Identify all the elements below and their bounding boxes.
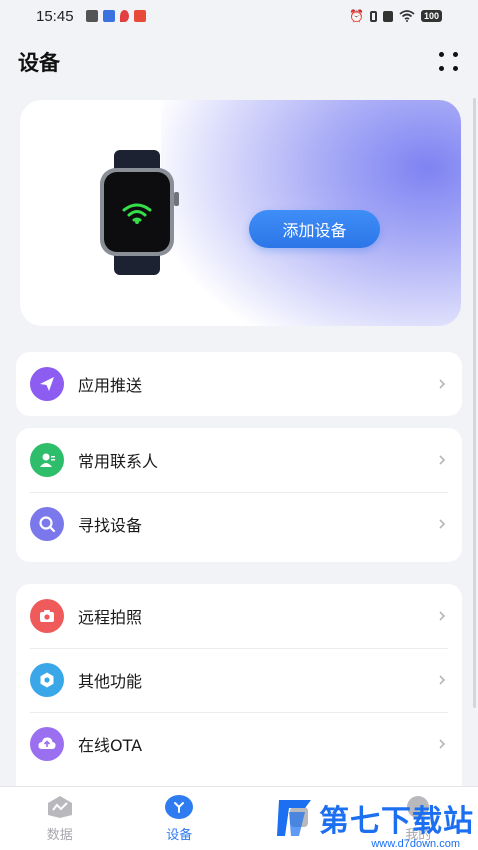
chevron-right-icon [439, 611, 446, 621]
no-sim-icon [382, 10, 393, 22]
menu-item-remote-photo[interactable]: 远程拍照 [16, 584, 462, 648]
menu-item-label: 寻找设备 [78, 516, 143, 535]
menu-item-label: 应用推送 [78, 376, 143, 395]
more-menu-icon[interactable] [438, 51, 460, 73]
tab-label: 数据 [46, 828, 73, 843]
menu-item-app-push[interactable]: 应用推送 [16, 352, 462, 416]
contact-icon [30, 443, 64, 477]
page-title: 设备 [18, 51, 60, 75]
chevron-right-icon [439, 455, 446, 465]
menu-item-label: 其他功能 [78, 672, 143, 691]
scrollbar[interactable] [473, 98, 476, 708]
add-device-button[interactable]: 添加设备 [249, 210, 380, 248]
chart-icon [45, 794, 75, 820]
page-header: 设备 [0, 40, 478, 84]
menu-item-online-ota[interactable]: 在线OTA [16, 712, 462, 776]
settings-icon [30, 663, 64, 697]
watermark-url: www.d7down.com [371, 838, 460, 850]
find-icon [30, 507, 64, 541]
menu-item-contacts[interactable]: 常用联系人 [16, 428, 462, 492]
chevron-right-icon [439, 519, 446, 529]
wifi-icon [399, 10, 415, 22]
settings-group-3: 远程拍照 其他功能 在线OTA [16, 584, 462, 804]
vibrate-icon [369, 10, 377, 22]
chevron-right-icon [439, 739, 446, 749]
watermark-text: 第七下载站 [319, 804, 474, 839]
device-card: 添加设备 [20, 100, 461, 326]
status-bar: 15:45 ⏰ 100 [0, 0, 478, 32]
camera-icon [30, 599, 64, 633]
chevron-right-icon [439, 379, 446, 389]
menu-item-label: 常用联系人 [78, 452, 159, 471]
smartwatch-image [100, 150, 179, 275]
watermark-logo [277, 800, 311, 836]
settings-group-1: 应用推送 [16, 352, 462, 416]
status-time: 15:45 [36, 7, 74, 25]
settings-group-2: 常用联系人 寻找设备 [16, 428, 462, 562]
watermark: 第七下载站 www.d7down.com [275, 796, 474, 850]
tab-device[interactable]: 设备 [120, 787, 240, 850]
menu-item-label: 在线OTA [78, 736, 143, 755]
tab-data[interactable]: 数据 [0, 787, 120, 850]
alarm-icon: ⏰ [349, 9, 364, 23]
app-notification-icon [102, 10, 115, 22]
battery-indicator: 100 [420, 10, 442, 22]
tab-label: 设备 [166, 828, 193, 843]
app-badge-icon [133, 10, 146, 22]
menu-item-other-functions[interactable]: 其他功能 [16, 648, 462, 712]
message-icon [85, 10, 98, 22]
paper-plane-icon [30, 367, 64, 401]
device-tab-icon [164, 794, 194, 820]
menu-item-label: 远程拍照 [78, 608, 143, 627]
menu-item-find-device[interactable]: 寻找设备 [16, 492, 462, 556]
cloud-upload-icon [30, 727, 64, 761]
chevron-right-icon [439, 675, 446, 685]
location-icon [119, 10, 129, 22]
